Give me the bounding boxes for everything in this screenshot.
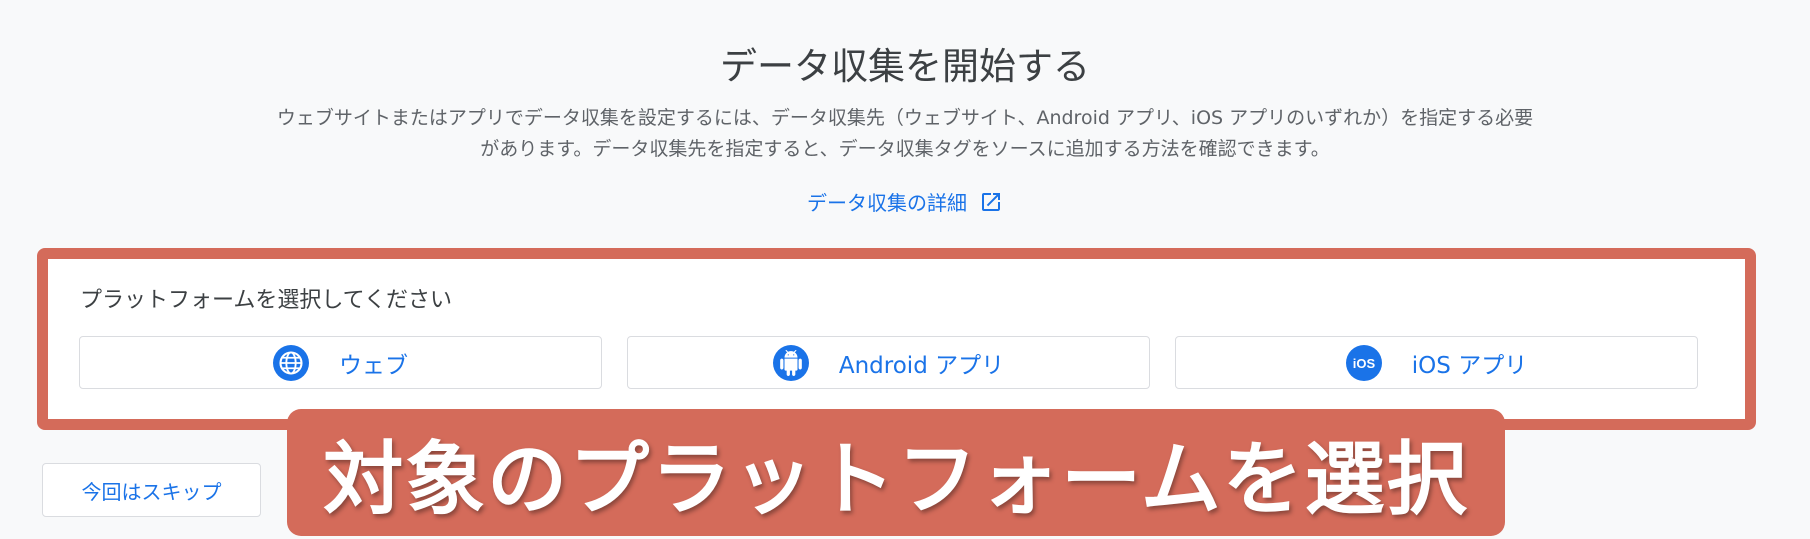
learn-more-link[interactable]: データ収集の詳細 (0, 187, 1810, 216)
web-platform-label: ウェブ (339, 352, 408, 379)
ios-platform-label: iOS アプリ (1411, 352, 1528, 379)
ios-icon: iOS (1345, 344, 1382, 381)
page-description: ウェブサイトまたはアプリでデータ収集を設定するには、データ収集先（ウェブサイト、… (276, 107, 1534, 160)
skip-button[interactable]: 今回はスキップ (42, 463, 261, 517)
android-icon (772, 344, 809, 381)
globe-icon (273, 344, 309, 381)
android-platform-label: Android アプリ (838, 352, 1005, 379)
learn-more-label: データ収集の詳細 (807, 191, 967, 215)
platform-card-label: プラットフォームを選択してください (80, 288, 453, 313)
open-in-new-icon (979, 190, 1003, 214)
annotation-banner: 対象のプラットフォームを選択 (287, 409, 1505, 536)
svg-text:iOS: iOS (1353, 356, 1376, 371)
android-platform-button[interactable]: Android アプリ (627, 336, 1150, 389)
web-platform-button[interactable]: ウェブ (79, 336, 602, 389)
ios-platform-button[interactable]: iOS iOS アプリ (1175, 336, 1698, 389)
page-title: データ収集を開始する (720, 45, 1090, 88)
